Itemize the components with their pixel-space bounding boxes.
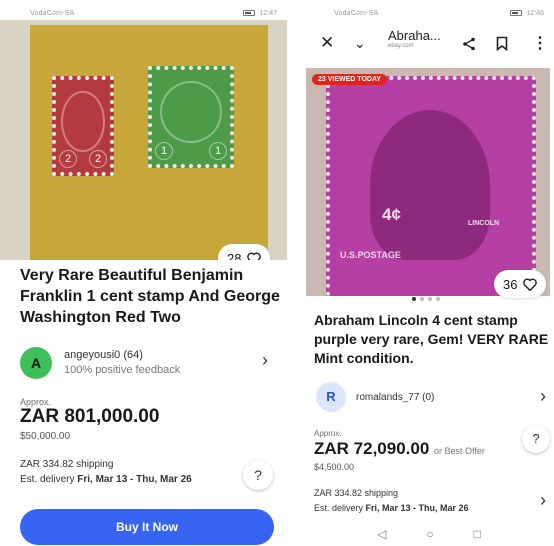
price: ZAR 801,000.00 [20,406,160,427]
right-screen: VodaCom-SA 12:46 ✕ ⌄ Abraha... ebay.com … [304,0,554,546]
listing-title: Very Rare Beautiful Benjamin Franklin 1 … [20,267,280,326]
original-price: $50,000.00 [20,431,71,442]
estimated-delivery: Est. delivery Fri, Mar 13 - Thu, Mar 26 [20,474,192,485]
left-screen: VodaCom-SA 12:47 2 2 1 1 28 Very Rare Be… [0,0,287,546]
approx-label: Approx. [314,429,342,438]
home-icon[interactable]: ○ [426,527,433,541]
price: ZAR 72,090.00 or Best Offer [314,439,485,458]
clock: 12:46 [526,9,544,17]
bookmark-icon[interactable] [496,36,508,51]
franklin-stamp-image: 1 1 [148,66,234,168]
seller-avatar[interactable]: R [316,382,346,412]
chevron-right-icon[interactable]: › [262,350,268,371]
original-price: $4,500.00 [314,462,355,472]
shipping-cost: ZAR 334.82 shipping [314,488,399,498]
chevron-right-icon[interactable]: › [540,386,546,407]
listing-photo[interactable]: 2 2 1 1 28 [0,20,287,260]
status-bar: VodaCom-SA 12:46 [304,0,554,26]
washington-stamp-image: 2 2 [52,76,114,176]
seller-name[interactable]: romalands_77 (0) [356,392,434,403]
watch-button[interactable]: 36 [494,270,547,298]
shipping-cost: ZAR 334.82 shipping [20,459,114,470]
listing-title: Abraham Lincoln 4 cent stamp purple very… [314,312,549,366]
seller-avatar[interactable]: A [20,347,52,379]
heart-icon [523,278,538,291]
help-button[interactable]: ? [522,425,550,453]
back-icon[interactable]: ◁ [377,527,386,541]
heart-icon [247,252,262,260]
share-icon[interactable] [462,37,476,51]
system-nav-bar: ◁ ○ □ [304,522,554,546]
chevron-right-icon[interactable]: › [540,490,546,511]
page-domain: ebay.com [388,43,414,49]
estimated-delivery: Est. delivery Fri, Mar 13 - Thu, Mar 26 [314,503,469,513]
watch-button[interactable]: 28 [218,244,271,261]
image-pager-dots[interactable] [412,297,440,301]
app-bar: ✕ ⌄ Abraha... ebay.com ⋮ [304,26,554,60]
recents-icon[interactable]: □ [474,527,481,541]
clock: 12:47 [259,9,277,17]
page-title: Abraha... [388,28,441,43]
or-best-offer: or Best Offer [434,446,485,456]
buy-it-now-button[interactable]: Buy It Now [20,509,274,545]
more-options-icon[interactable]: ⋮ [532,33,548,53]
help-button[interactable]: ? [243,460,273,490]
carrier-label: VodaCom-SA [334,9,379,17]
battery-icon [243,10,256,16]
lincoln-stamp-image: 4¢ U.S.POSTAGE LINCOLN [326,76,536,296]
watch-count: 36 [503,276,518,292]
seller-feedback: 100% positive feedback [64,364,181,376]
listing-photo[interactable]: 4¢ U.S.POSTAGE LINCOLN [306,68,550,296]
seller-name[interactable]: angeyousi0 (64) [64,349,143,361]
viewed-today-badge: 23 VIEWED TODAY [312,74,388,85]
battery-icon [510,10,523,16]
carrier-label: VodaCom-SA [30,9,75,17]
close-icon[interactable]: ✕ [320,33,334,53]
chevron-down-icon[interactable]: ⌄ [354,35,366,52]
watch-count: 28 [227,250,242,261]
